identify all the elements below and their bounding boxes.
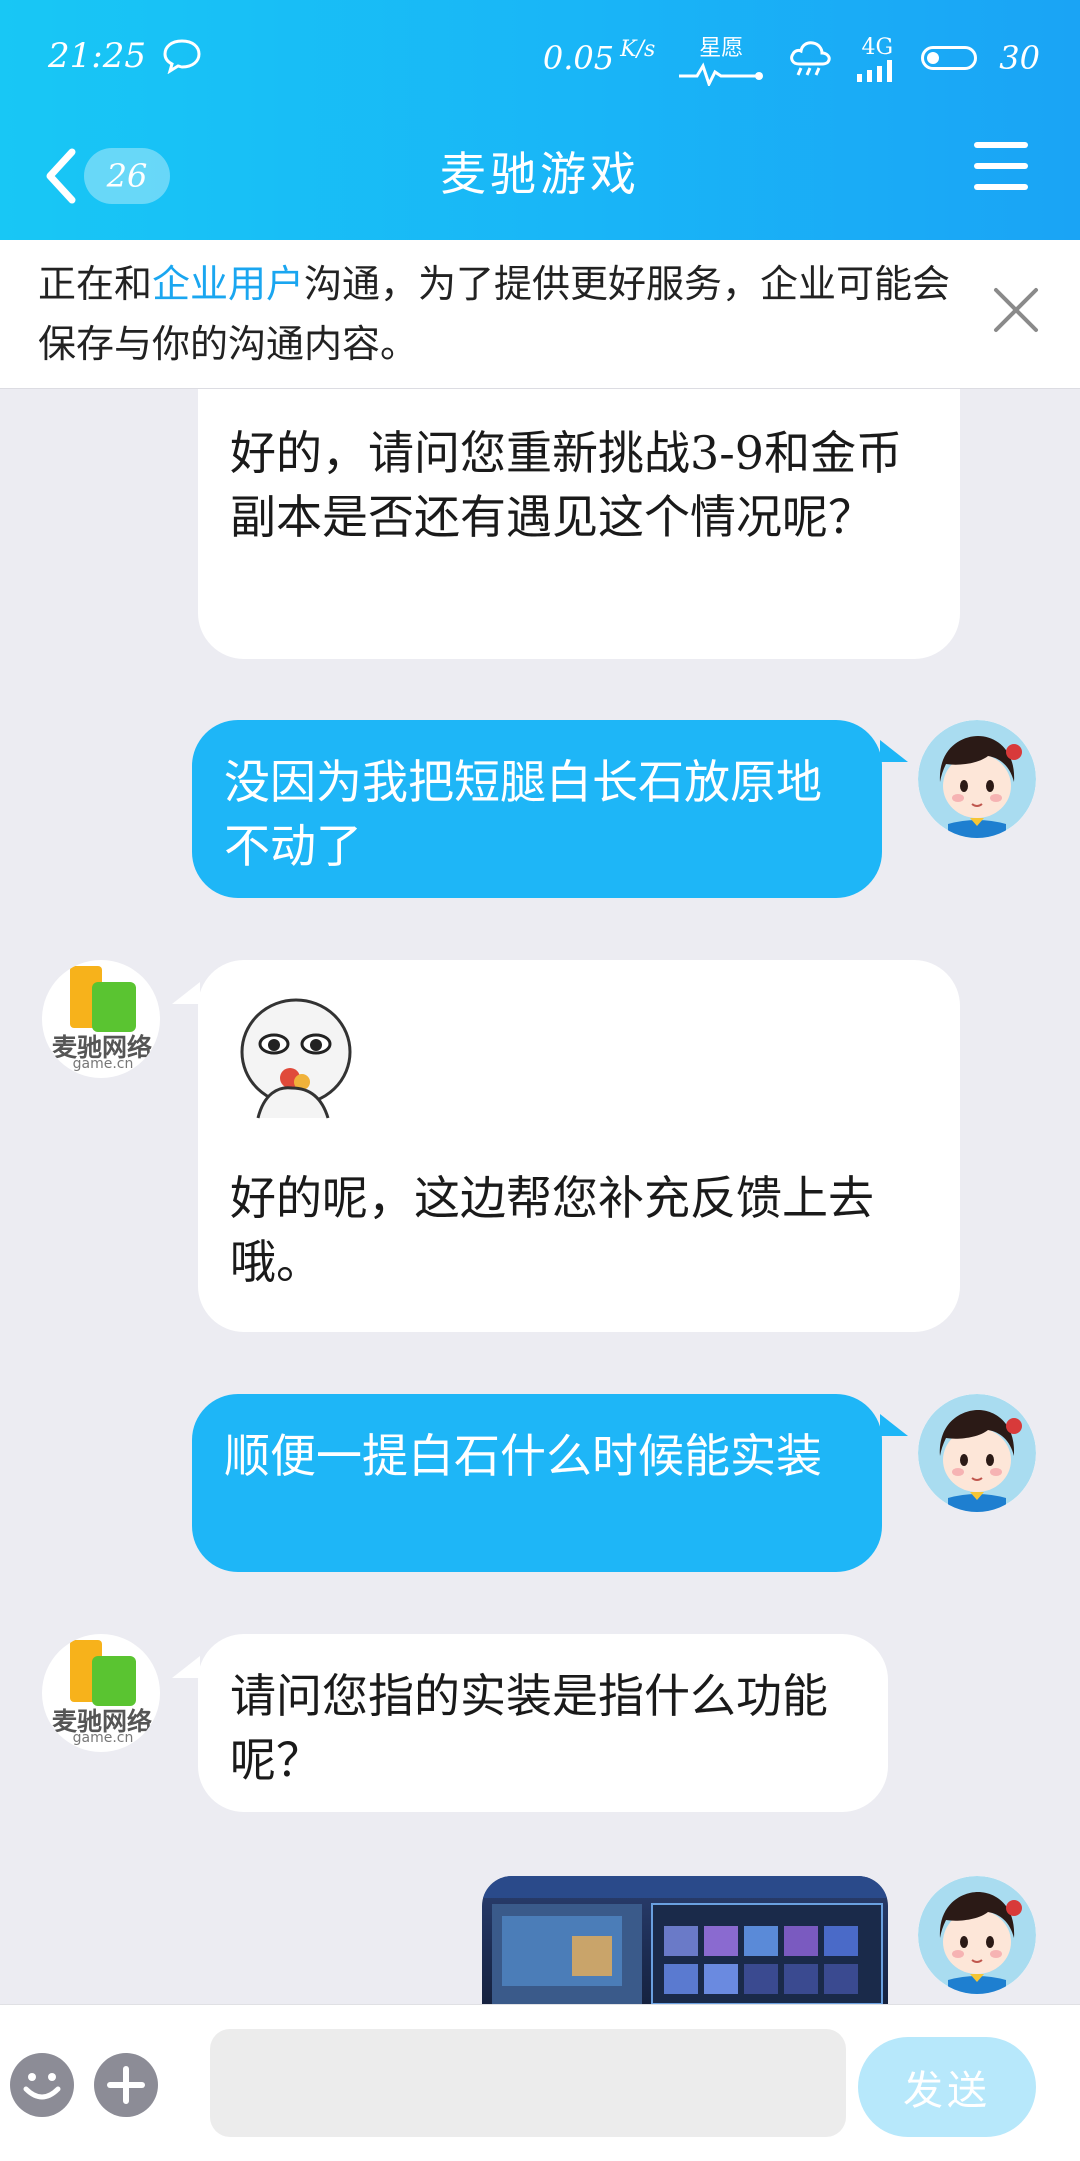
- business-domain: game.cn: [72, 1056, 134, 1072]
- message-text: 请问您指的实装是指什么功能呢？: [230, 1669, 828, 1787]
- message-bubble-incoming[interactable]: 请问您指的实装是指什么功能呢？: [198, 1634, 888, 1812]
- business-domain: game.cn: [72, 1730, 134, 1746]
- plus-button[interactable]: [94, 2053, 158, 2117]
- plus-icon: [107, 2066, 145, 2104]
- status-bar: 21:25 0.05 K/s 星愿 4G 30: [0, 0, 1080, 120]
- image-message[interactable]: [482, 1876, 888, 2004]
- message-text: 好的，请问您重新挑战3-9和金币副本是否还有遇见这个情况呢？: [230, 426, 903, 544]
- privacy-notice: 正在和企业用户沟通，为了提供更好服务，企业可能会保存与你的沟通内容。: [0, 240, 1080, 389]
- message-icon: [163, 39, 201, 74]
- cloud-rain-icon: [790, 41, 831, 76]
- net-speed-unit: K/s: [620, 37, 656, 62]
- app-header: 21:25 0.05 K/s 星愿 4G 30 26 麦驰游戏: [0, 0, 1080, 240]
- message-text: 没因为我把短腿白长石放原地不动了: [224, 755, 822, 873]
- net-speed: 0.05 K/s: [542, 37, 656, 78]
- message-bubble-outgoing[interactable]: 顺便一提白石什么时候能实装: [192, 1394, 882, 1572]
- signal-tag: 4G: [861, 34, 894, 60]
- girl-avatar-icon: [918, 1394, 1036, 1512]
- input-bar: 发送: [0, 2004, 1080, 2161]
- message-bubble-incoming[interactable]: 好的，请问您重新挑战3-9和金币副本是否还有遇见这个情况呢？: [198, 389, 960, 659]
- chat-title: 麦驰游戏: [440, 147, 640, 201]
- carrier-tag: 星愿: [699, 36, 744, 61]
- notice-text: 正在和企业用户沟通，为了提供更好服务，企业可能会保存与你的沟通内容。: [38, 254, 978, 374]
- avatar[interactable]: [918, 1876, 1036, 1994]
- girl-avatar-icon: [918, 1876, 1036, 1994]
- notice-highlight-link[interactable]: 企业用户: [152, 262, 304, 306]
- carrier-activity: 星愿: [677, 30, 765, 86]
- emoji-icon: [23, 2073, 61, 2100]
- avatar[interactable]: [918, 720, 1036, 838]
- girl-avatar-icon: [918, 720, 1036, 838]
- sticker-face-icon: [240, 998, 352, 1119]
- game-screenshot-image: [482, 1876, 888, 2004]
- menu-icon[interactable]: [974, 142, 1028, 190]
- net-speed-value: 0.05: [542, 39, 615, 77]
- notice-prefix: 正在和: [38, 262, 153, 306]
- bubble-tail: [172, 1656, 200, 1678]
- send-button[interactable]: 发送: [858, 2037, 1036, 2137]
- bubble-tail: [172, 982, 200, 1004]
- status-right: 0.05 K/s 星愿 4G 30: [543, 30, 1040, 86]
- battery-icon: [921, 46, 978, 70]
- message-text: 顺便一提白石什么时候能实装: [224, 1429, 822, 1483]
- message-bubble-outgoing[interactable]: 没因为我把短腿白长石放原地不动了: [192, 720, 882, 898]
- business-avatar[interactable]: 麦驰网络 game.cn: [42, 960, 160, 1078]
- emoji-button[interactable]: [10, 2053, 74, 2117]
- signal-icon: [857, 59, 893, 82]
- battery-level: 30: [999, 39, 1040, 77]
- avatar[interactable]: [918, 1394, 1036, 1512]
- message-bubble-incoming[interactable]: 好的呢，这边帮您补充反馈上去哦。: [198, 960, 960, 1332]
- close-icon[interactable]: [986, 280, 1046, 340]
- signal-group: 4G: [855, 35, 899, 82]
- status-left: 21:25: [48, 36, 202, 76]
- bubble-tail: [880, 1414, 908, 1436]
- business-avatar[interactable]: 麦驰网络 game.cn: [42, 1634, 160, 1752]
- status-time: 21:25: [48, 36, 146, 76]
- bubble-tail: [880, 740, 908, 762]
- activity-icon: [679, 62, 764, 86]
- message-input[interactable]: [210, 2029, 846, 2137]
- nav-bar: 26 麦驰游戏: [0, 120, 1080, 240]
- message-text: 好的呢，这边帮您补充反馈上去哦。: [230, 1171, 874, 1289]
